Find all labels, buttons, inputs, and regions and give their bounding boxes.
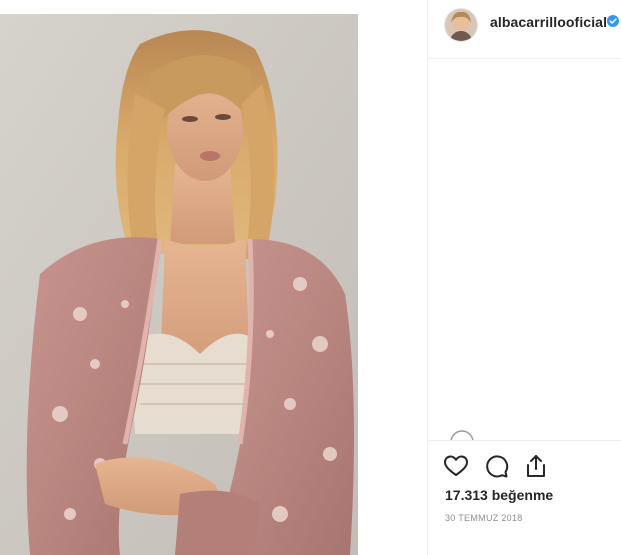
comment-button[interactable] — [482, 452, 510, 480]
post-side-panel: albacarrillooficial 17.313 beğenme 30 TE… — [427, 0, 621, 555]
username-link[interactable]: albacarrillooficial — [490, 14, 607, 30]
likes-count[interactable]: 17.313 beğenme — [445, 487, 553, 503]
comment-avatar — [450, 430, 474, 440]
post-photo-image — [0, 14, 358, 555]
comment-avatar-image — [450, 430, 474, 440]
actions-divider — [428, 440, 621, 441]
avatar-image — [445, 9, 477, 41]
comments-list — [428, 59, 621, 439]
share-icon — [527, 455, 545, 477]
post-photo[interactable] — [0, 14, 358, 555]
instagram-post-view: albacarrillooficial 17.313 beğenme 30 TE… — [0, 0, 621, 555]
heart-icon — [444, 455, 468, 476]
comment-bubble-icon — [486, 455, 509, 478]
post-header: albacarrillooficial — [428, 0, 621, 59]
like-button[interactable] — [442, 452, 470, 480]
share-button[interactable] — [522, 452, 550, 480]
verified-badge-icon — [607, 15, 619, 27]
avatar[interactable] — [444, 8, 478, 42]
post-date[interactable]: 30 TEMMUZ 2018 — [445, 513, 523, 523]
